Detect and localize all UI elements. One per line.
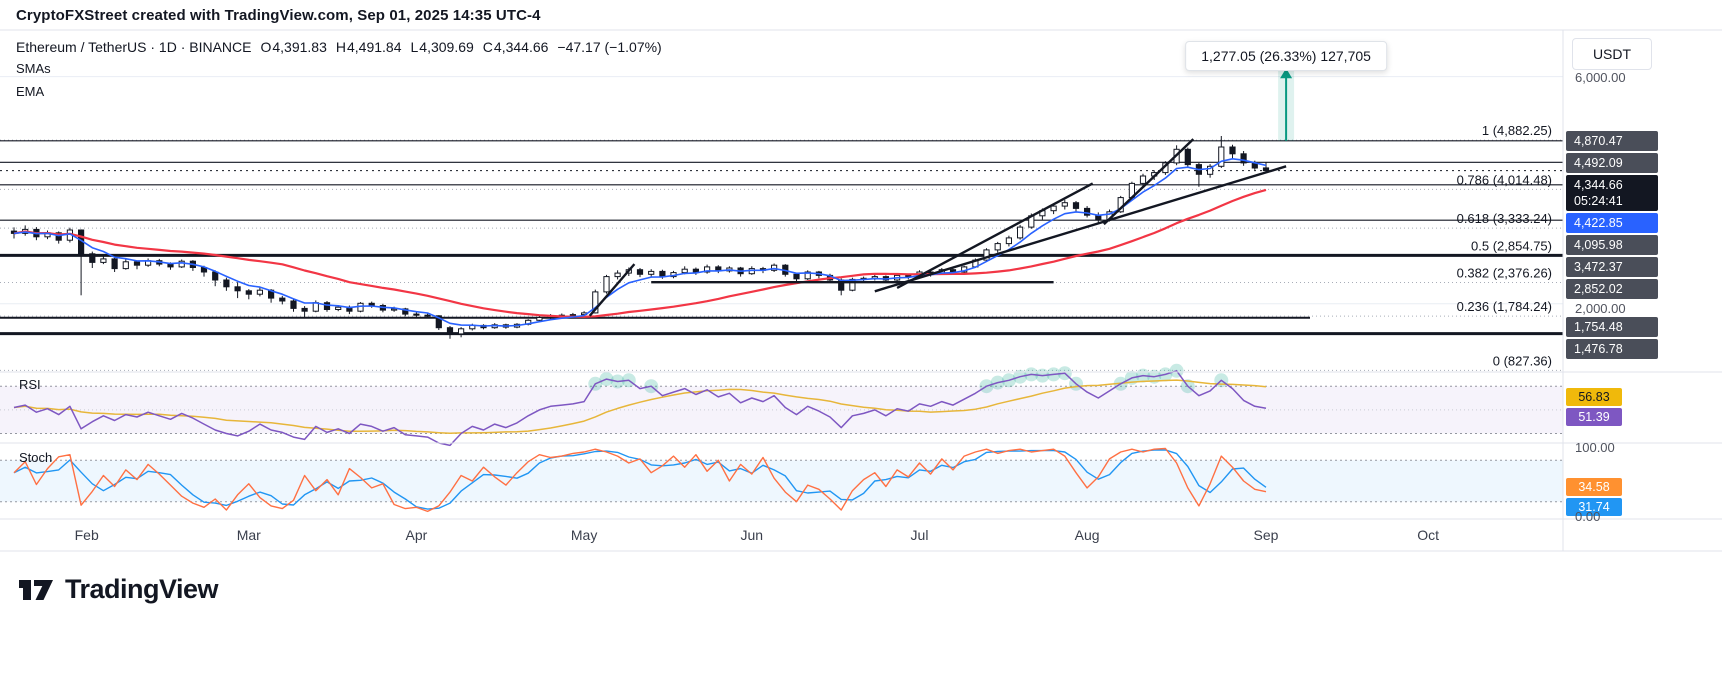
time-axis-label-feb: Feb	[74, 527, 99, 543]
attribution-text: CryptoFXStreet created with TradingView.…	[16, 7, 541, 24]
tradingview-logo-icon	[19, 579, 53, 600]
symbol-title[interactable]: Ethereum / TetherUS · 1D · BINANCE	[16, 39, 251, 55]
time-axis-label-oct: Oct	[1417, 527, 1439, 543]
price-axis-label: 4,422.85	[1566, 212, 1658, 233]
ohlc-low-label: L	[410, 39, 419, 55]
symbol-legend-row: Ethereum / TetherUS · 1D · BINANCE O4,391…	[16, 39, 662, 55]
time-axis-label-aug: Aug	[1074, 527, 1100, 543]
time-axis-label-apr: Apr	[405, 527, 428, 543]
svg-text:0.236 (1,784.24): 0.236 (1,784.24)	[1457, 299, 1552, 314]
indicator-value-badge: 34.58	[1566, 477, 1622, 496]
ohlc-close-label: C	[482, 39, 493, 55]
svg-text:0 (827.36): 0 (827.36)	[1493, 353, 1552, 368]
time-axis-label-mar: Mar	[236, 527, 261, 543]
ohlc-low-value: 4,309.69	[419, 39, 474, 55]
stoch-axis-label: 0.00	[1575, 508, 1601, 524]
svg-text:0.618 (3,333.24): 0.618 (3,333.24)	[1457, 211, 1552, 226]
time-axis-label-may: May	[570, 527, 598, 543]
svg-text:1 (4,882.25): 1 (4,882.25)	[1482, 123, 1552, 138]
svg-text:0.382 (2,376.26): 0.382 (2,376.26)	[1457, 266, 1552, 281]
price-axis-label: 3,472.37	[1566, 256, 1658, 277]
time-axis-label-sep: Sep	[1253, 527, 1279, 543]
tradingview-logo[interactable]: TradingView	[16, 574, 219, 605]
price-axis-label: 4,492.09	[1566, 152, 1658, 173]
ohlc-open-value: 4,391.83	[272, 39, 327, 55]
legend-ema[interactable]: EMA	[16, 84, 44, 99]
price-axis-label: 6,000.00	[1575, 69, 1626, 85]
time-axis-label-jun: Jun	[740, 527, 764, 543]
price-axis-label: 4,095.98	[1566, 234, 1658, 255]
price-axis-label: 4,870.47	[1566, 130, 1658, 151]
ohlc-close-value: 4,344.66	[493, 39, 549, 55]
change-value: −47.17 (−1.07%)	[557, 39, 662, 55]
ohlc-high-value: 4,491.84	[347, 39, 402, 55]
stoch-pane-label[interactable]: Stoch	[19, 450, 52, 465]
time-axis-label-jul: Jul	[910, 527, 929, 543]
currency-unit-button[interactable]: USDT	[1572, 38, 1652, 70]
price-axis-label: 1,754.48	[1566, 316, 1658, 337]
indicator-value-badge: 56.83	[1566, 387, 1622, 406]
ohlc-high-label: H	[335, 39, 346, 55]
measure-tool-label[interactable]: 1,277.05 (26.33%) 127,705	[1185, 41, 1387, 71]
indicator-value-badge: 51.39	[1566, 407, 1622, 426]
price-axis-label: 2,852.02	[1566, 278, 1658, 299]
stoch-axis-label: 100.00	[1575, 439, 1615, 455]
ohlc-open-label: O	[260, 39, 272, 55]
legend-smas[interactable]: SMAs	[16, 61, 51, 76]
tradingview-wordmark: TradingView	[65, 574, 219, 604]
price-axis-label: 1,476.78	[1566, 338, 1658, 359]
price-axis-label: 4,344.66 05:24:41	[1566, 174, 1658, 211]
svg-text:0.5 (2,854.75): 0.5 (2,854.75)	[1471, 238, 1552, 253]
chart-canvas[interactable]: 1 (4,882.25)0.786 (4,014.48)0.618 (3,333…	[0, 0, 1722, 691]
rsi-pane-label[interactable]: RSI	[19, 377, 41, 392]
price-axis-label: 2,000.00	[1575, 300, 1626, 316]
